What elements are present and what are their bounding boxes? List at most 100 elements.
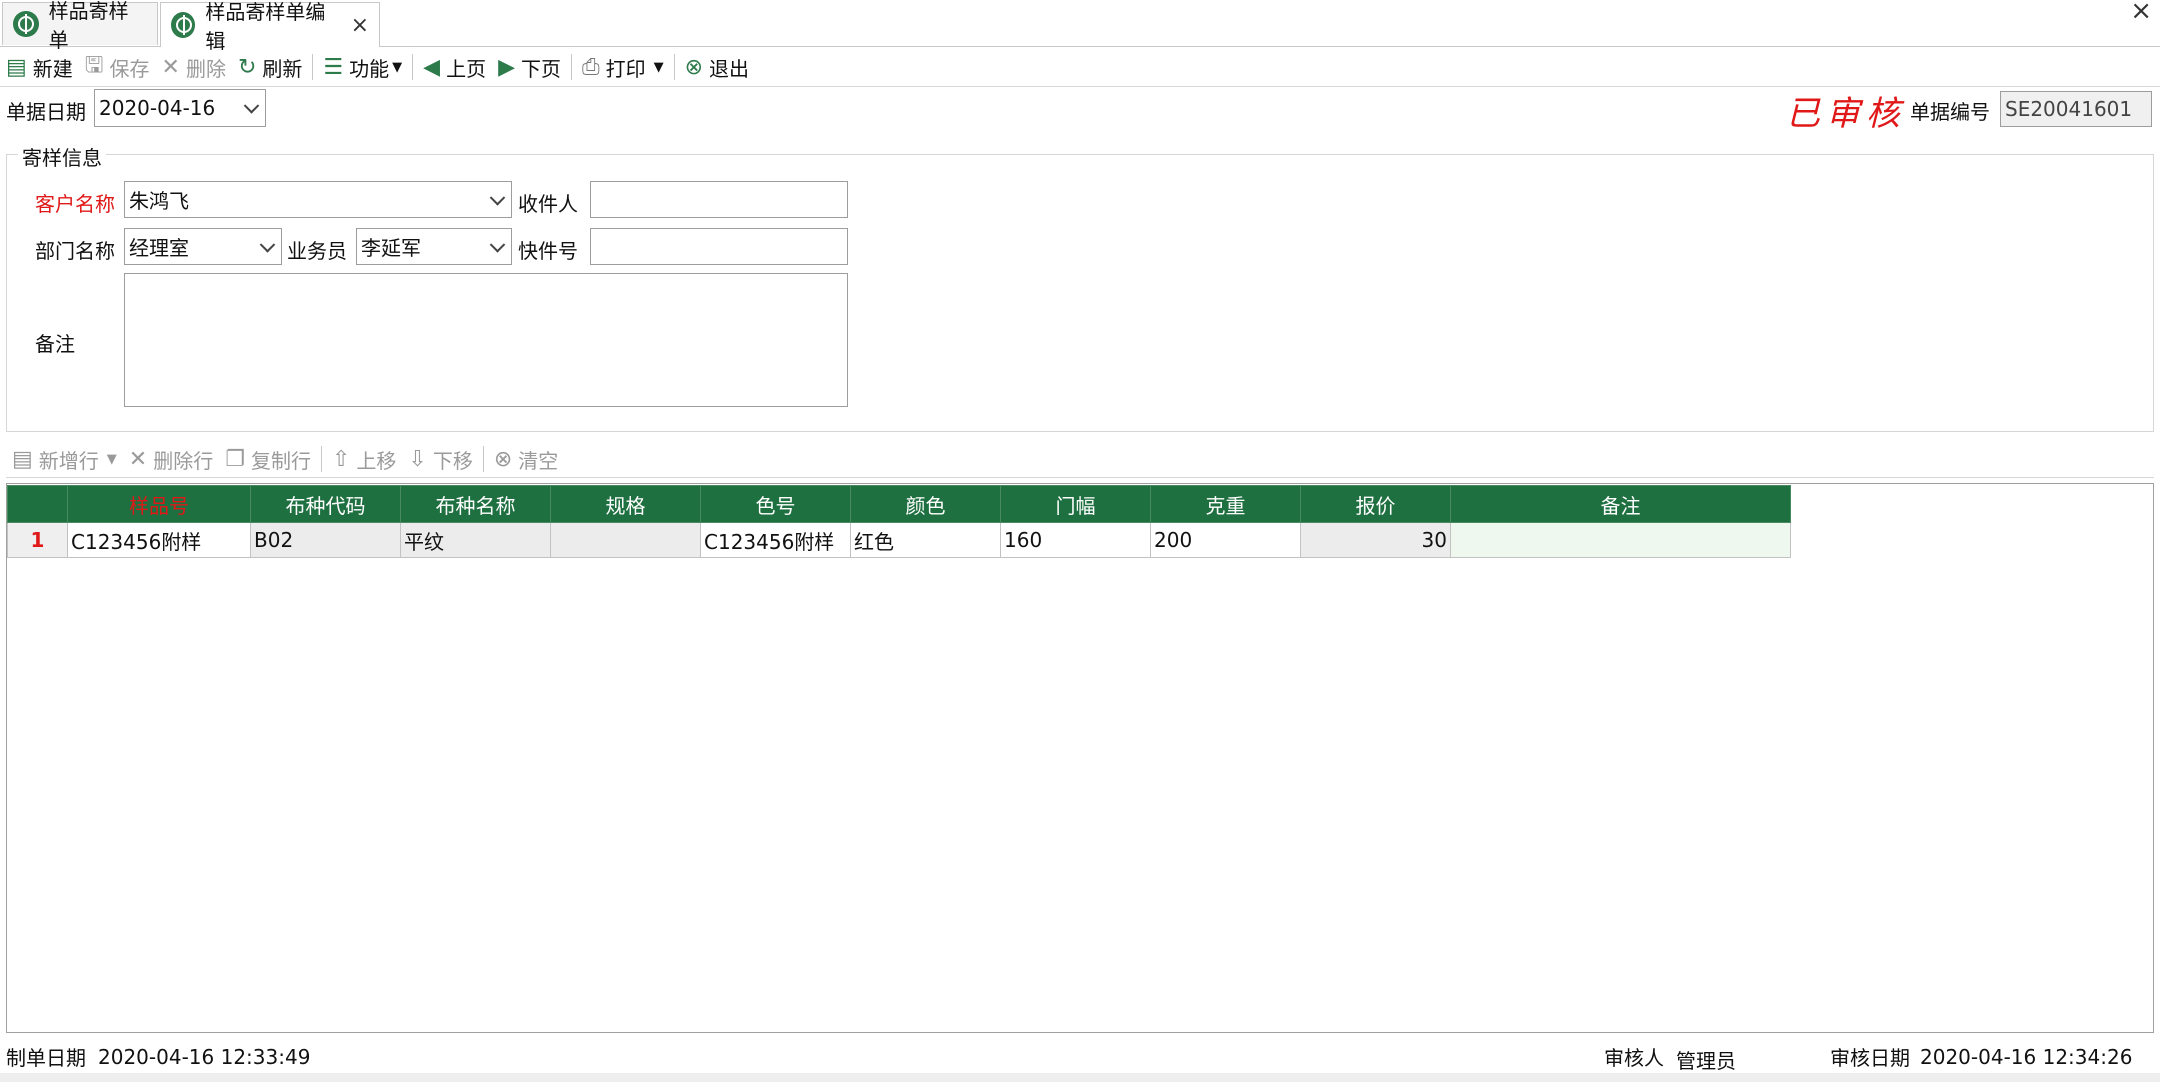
chevron-down-icon — [489, 236, 506, 253]
window-close-icon[interactable]: × — [2130, 0, 2152, 26]
created-date-value: 2020-04-16 12:33:49 — [98, 1045, 311, 1069]
salesman-value: 李延军 — [361, 236, 421, 260]
express-input[interactable] — [590, 228, 848, 265]
column-header[interactable]: 门幅 — [1000, 485, 1151, 523]
column-header[interactable]: 色号 — [700, 485, 851, 523]
delete-icon: ✕ — [128, 446, 148, 472]
recipient-label: 收件人 — [518, 192, 578, 216]
exit-button[interactable]: ⊗ 退出 — [679, 51, 755, 83]
move-up-label: 上移 — [356, 448, 397, 473]
exit-label: 退出 — [709, 56, 750, 81]
grid-cell[interactable]: 30 — [1300, 522, 1451, 558]
save-button[interactable]: 🖫 保存 — [79, 51, 156, 83]
row-number: 1 — [7, 522, 68, 558]
dept-select[interactable]: 经理室 — [124, 228, 282, 265]
dropdown-arrow-icon: ▼ — [392, 59, 403, 75]
add-row-button[interactable]: ▤ 新增行 ▼ — [6, 443, 123, 475]
column-header[interactable]: 布种代码 — [250, 485, 401, 523]
grid-cell[interactable] — [1450, 522, 1791, 558]
function-label: 功能 — [349, 56, 390, 81]
salesman-select[interactable]: 李延军 — [356, 228, 512, 265]
audit-date-label: 审核日期 — [1830, 1046, 1910, 1070]
tab-sample-edit[interactable]: 样品寄样单编辑 × — [160, 0, 380, 53]
dept-value: 经理室 — [129, 236, 189, 260]
delete-icon: ✕ — [161, 54, 180, 80]
chevron-down-icon — [259, 236, 276, 253]
refresh-label: 刷新 — [262, 56, 303, 81]
arrow-up-icon: ⇧ — [331, 446, 351, 472]
grid-cell[interactable]: C123456附样 — [67, 522, 251, 558]
new-button[interactable]: ▤ 新建 — [0, 51, 79, 83]
tab-sample-list[interactable]: 样品寄样单 — [2, 0, 158, 52]
toolbar-divider — [412, 54, 414, 80]
chevron-down-icon — [489, 189, 506, 206]
column-header[interactable]: 样品号 — [67, 485, 251, 523]
remark-textarea[interactable] — [124, 273, 848, 407]
print-button[interactable]: ⎙ 打印 ▼ — [576, 51, 670, 83]
arrow-down-icon: ⇩ — [408, 446, 427, 472]
sample-grid: 样品号 布种代码 布种名称 规格 色号 颜色 门幅 克重 报价 备注 1 C12… — [7, 485, 1791, 558]
table-row[interactable]: 1 C123456附样 B02 平纹 C123456附样 红色 160 200 … — [7, 522, 1791, 558]
grid-cell[interactable]: 红色 — [850, 522, 1001, 558]
tab-bar: 样品寄样单 样品寄样单编辑 × — [0, 0, 2160, 53]
audit-date-value: 2020-04-16 12:34:26 — [1920, 1045, 2133, 1069]
copy-row-button[interactable]: ❐ 复制行 — [219, 443, 317, 475]
grid-cell[interactable]: 平纹 — [400, 522, 551, 558]
main-toolbar: ▤ 新建 🖫 保存 ✕ 删除 ↻ 刷新 ☰ 功能 ▼ ◀ 上页 ▶ 下页 ⎙ 打… — [0, 50, 755, 84]
grid-cell[interactable]: B02 — [250, 522, 401, 558]
close-icon[interactable]: × — [351, 13, 369, 38]
date-picker[interactable]: 2020-04-16 — [94, 89, 266, 127]
tab-label: 样品寄样单 — [48, 0, 129, 52]
new-label: 新建 — [32, 56, 73, 81]
next-label: 下页 — [521, 56, 561, 81]
move-down-button[interactable]: ⇩ 下移 — [402, 443, 478, 475]
column-header[interactable]: 备注 — [1450, 485, 1791, 523]
delete-row-label: 删除行 — [153, 448, 214, 473]
date-value: 2020-04-16 — [99, 96, 216, 120]
column-header[interactable]: 规格 — [550, 485, 701, 523]
status-stamp: 已审核 — [1786, 94, 1906, 134]
grid-cell[interactable]: C123456附样 — [700, 522, 851, 558]
tab-label: 样品寄样单编辑 — [205, 0, 326, 53]
next-page-button[interactable]: ▶ 下页 — [492, 51, 567, 83]
grid-cell[interactable]: 160 — [1000, 522, 1151, 558]
delete-row-button[interactable]: ✕ 删除行 — [123, 443, 219, 475]
refresh-icon: ↻ — [237, 54, 257, 80]
grid-cell[interactable] — [550, 522, 701, 558]
express-label: 快件号 — [518, 239, 578, 263]
salesman-label: 业务员 — [287, 239, 347, 263]
document-icon: ▤ — [6, 54, 27, 80]
grid-toolbar: ▤ 新增行 ▼ ✕ 删除行 ❐ 复制行 ⇧ 上移 ⇩ 下移 ⊗ 清空 — [6, 442, 564, 476]
recipient-input[interactable] — [590, 181, 848, 218]
column-header[interactable]: 报价 — [1300, 485, 1451, 523]
move-up-button[interactable]: ⇧ 上移 — [326, 443, 402, 475]
column-header[interactable]: 颜色 — [850, 485, 1001, 523]
group-title: 寄样信息 — [18, 142, 106, 171]
clear-button[interactable]: ⊗ 清空 — [488, 443, 564, 475]
globe-icon — [171, 12, 196, 38]
clear-icon: ⊗ — [493, 446, 513, 472]
list-icon: ☰ — [323, 54, 344, 80]
toolbar-divider — [571, 54, 572, 80]
docno-value: SE20041601 — [2005, 97, 2133, 121]
document-icon: ▤ — [12, 446, 33, 472]
save-label: 保存 — [109, 56, 150, 81]
delete-button[interactable]: ✕ 删除 — [156, 51, 232, 83]
customer-label: 客户名称 — [35, 192, 115, 216]
remark-label: 备注 — [35, 332, 75, 356]
refresh-button[interactable]: ↻ 刷新 — [232, 51, 308, 83]
corner-cell — [7, 485, 68, 523]
column-header[interactable]: 克重 — [1150, 485, 1301, 523]
globe-icon — [13, 11, 39, 37]
prev-page-button[interactable]: ◀ 上页 — [417, 51, 492, 83]
copy-icon: ❐ — [225, 446, 245, 472]
customer-value: 朱鸿飞 — [129, 189, 189, 213]
clear-label: 清空 — [518, 448, 559, 473]
function-menu-button[interactable]: ☰ 功能 ▼ — [317, 51, 408, 83]
grid-cell[interactable]: 200 — [1150, 522, 1301, 558]
customer-select[interactable]: 朱鸿飞 — [124, 181, 512, 218]
docno-field[interactable]: SE20041601 — [2000, 91, 2152, 127]
dropdown-arrow-icon: ▼ — [106, 451, 117, 467]
column-header[interactable]: 布种名称 — [400, 485, 551, 523]
bottom-strip — [0, 1073, 2160, 1082]
